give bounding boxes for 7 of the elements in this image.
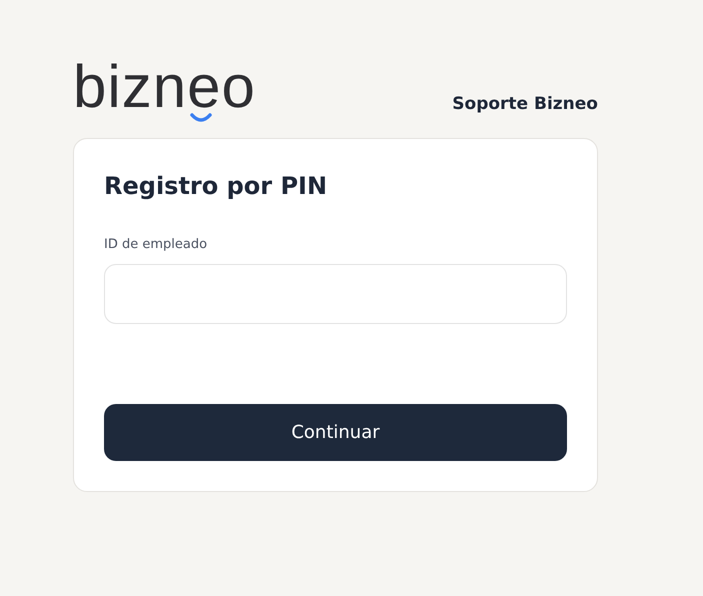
card-title: Registro por PIN <box>104 171 328 201</box>
logo-text: bizneo <box>73 62 256 112</box>
field-label: ID de empleado <box>104 237 208 252</box>
support-link[interactable]: Soporte Bizneo <box>452 94 598 114</box>
smile-icon <box>190 113 212 122</box>
employee-id-field[interactable] <box>104 264 567 324</box>
continue-button[interactable]: Continuar <box>104 404 567 461</box>
